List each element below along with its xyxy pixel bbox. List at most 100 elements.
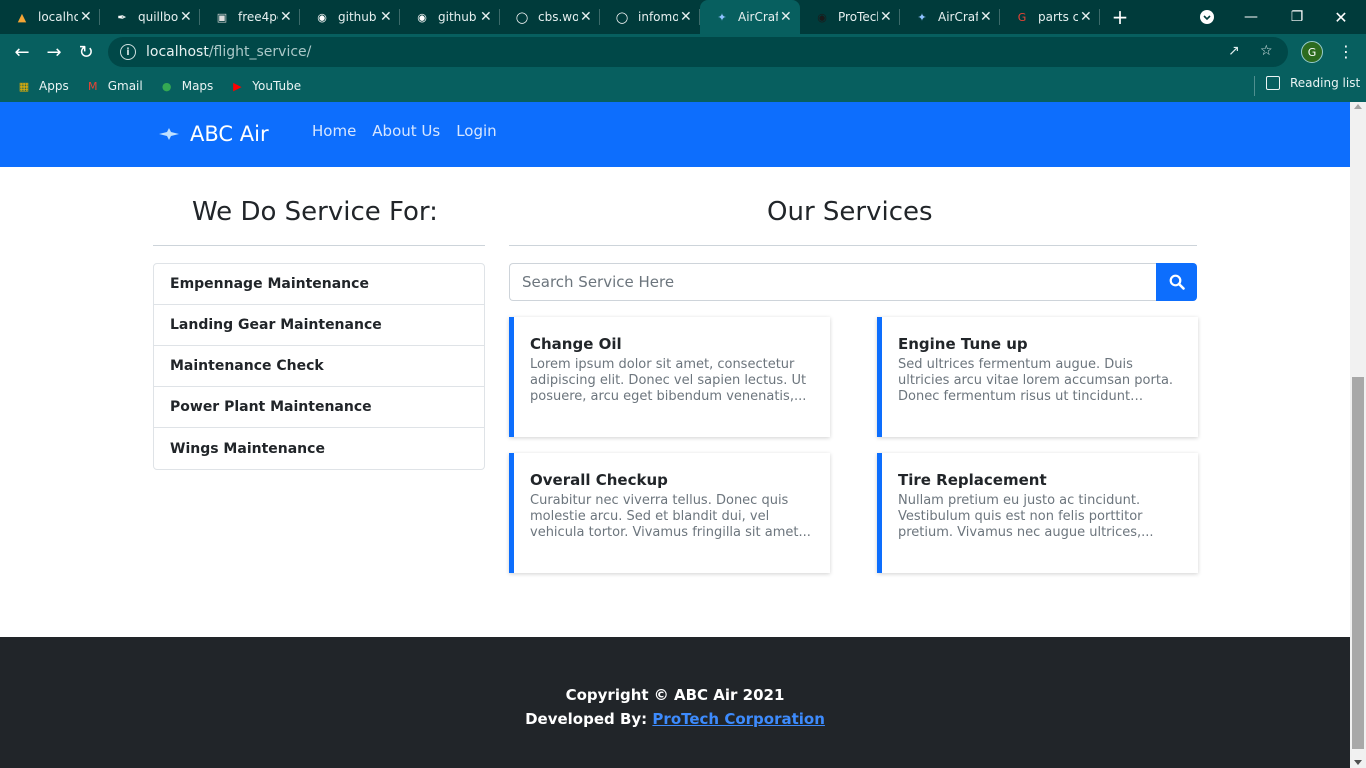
reload-button[interactable]: ↻ — [70, 36, 102, 68]
bookmark-youtube[interactable]: ▶ YouTube — [229, 78, 301, 94]
card-title: Tire Replacement — [898, 471, 1047, 489]
browser-tab[interactable]: ✦ AirCraft✕ — [900, 0, 1000, 34]
developer-credit: Developed By: ProTech Corporation — [0, 710, 1350, 728]
card-title: Engine Tune up — [898, 335, 1028, 353]
card-description: Sed ultrices fermentum augue. Duis ultri… — [898, 357, 1174, 404]
forward-button[interactable]: → — [38, 36, 70, 68]
scroll-down-arrow[interactable] — [1354, 760, 1362, 765]
close-tab-icon[interactable]: ✕ — [480, 9, 492, 25]
close-window-button[interactable]: ✕ — [1326, 0, 1356, 34]
close-tab-icon[interactable]: ✕ — [680, 9, 692, 25]
service-card[interactable]: Change Oil Lorem ipsum dolor sit amet, c… — [509, 317, 830, 437]
browser-tab[interactable]: ✦ AirCraft✕ — [700, 0, 800, 34]
brand[interactable]: ABC Air — [158, 122, 269, 146]
browser-toolbar: ← → ↻ i localhost/flight_service/ ↗ ☆ G … — [0, 34, 1366, 70]
close-tab-icon[interactable]: ✕ — [980, 9, 992, 25]
bookmark-apps[interactable]: ▦ Apps — [16, 78, 69, 94]
tab-separator — [1099, 9, 1100, 25]
nav-home[interactable]: Home — [312, 122, 356, 140]
tab-title: AirCraft — [938, 10, 978, 24]
close-tab-icon[interactable]: ✕ — [380, 9, 392, 25]
bookmark-label: Gmail — [107, 79, 143, 93]
url-host: localhost — [146, 44, 209, 60]
browser-tab[interactable]: ✒ quillbot✕ — [100, 0, 200, 34]
search-input[interactable] — [509, 263, 1156, 301]
site-nav: Home About Us Login — [312, 122, 497, 140]
bookmark-star-icon[interactable]: ☆ — [1260, 43, 1273, 59]
github-icon: ◉ — [417, 10, 427, 24]
new-tab-button[interactable]: + — [1100, 0, 1140, 34]
browser-tab-strip: ▲localhost✕✒quillbot✕▣free4pc✕◉github✕◉g… — [0, 0, 1366, 34]
reading-list-button[interactable]: Reading list — [1266, 76, 1360, 90]
close-tab-icon[interactable]: ✕ — [1080, 9, 1092, 25]
maps-icon: ● — [161, 79, 172, 93]
scroll-up-arrow[interactable] — [1354, 104, 1362, 109]
tab-title: infomo — [638, 10, 678, 24]
profile-avatar[interactable]: G — [1301, 41, 1323, 63]
service-card[interactable]: Tire Replacement Nullam pretium eu justo… — [877, 453, 1198, 573]
service-card[interactable]: Engine Tune up Sed ultrices fermentum au… — [877, 317, 1198, 437]
tab-title: ProTech — [838, 10, 878, 24]
browser-tab[interactable]: ◯ infomo ✕ — [600, 0, 700, 34]
browser-tab[interactable]: ◉ github ✕ — [300, 0, 400, 34]
close-tab-icon[interactable]: ✕ — [80, 9, 92, 25]
close-tab-icon[interactable]: ✕ — [580, 9, 592, 25]
tab-title: cbs.wo — [538, 10, 578, 24]
service-search — [509, 263, 1197, 301]
close-tab-icon[interactable]: ✕ — [880, 9, 892, 25]
page-scrollbar[interactable] — [1350, 102, 1366, 768]
address-bar[interactable]: i localhost/flight_service/ ↗ ☆ — [108, 37, 1288, 67]
divider — [509, 245, 1197, 246]
list-item[interactable]: Maintenance Check — [154, 346, 484, 387]
github-icon: ◉ — [317, 10, 327, 24]
plane-icon: ✦ — [917, 10, 927, 24]
tab-title: parts c — [1038, 10, 1078, 24]
list-item[interactable]: Landing Gear Maintenance — [154, 305, 484, 346]
nav-about-us[interactable]: About Us — [372, 122, 440, 140]
google-icon: G — [1017, 10, 1027, 24]
browser-tab[interactable]: ◯ cbs.wo ✕ — [500, 0, 600, 34]
bookmarks-bar: ▦ Apps M Gmail ● Maps ▶ YouTube Reading list — [0, 70, 1366, 102]
card-title: Change Oil — [530, 335, 622, 353]
list-item[interactable]: Power Plant Maintenance — [154, 387, 484, 428]
share-icon[interactable]: ↗ — [1228, 43, 1240, 59]
list-item[interactable]: Empennage Maintenance — [154, 264, 484, 305]
page-icon: ▣ — [216, 10, 228, 24]
globe-icon: ◯ — [515, 10, 529, 24]
browser-tab[interactable]: ◉ github ✕ — [400, 0, 500, 34]
browser-tab[interactable]: Gparts c ✕ — [1000, 0, 1100, 34]
youtube-icon: ▶ — [233, 79, 242, 93]
browser-tab[interactable]: ▲ localhost✕ — [0, 0, 100, 34]
site-footer: Copyright © ABC Air 2021 Developed By: P… — [0, 637, 1350, 768]
search-button[interactable] — [1156, 263, 1197, 301]
service-card[interactable]: Overall Checkup Curabitur nec viverra te… — [509, 453, 830, 573]
tab-title: github — [338, 10, 377, 24]
triangle-icon: ▲ — [17, 10, 27, 24]
scrollbar-thumb[interactable] — [1352, 377, 1364, 749]
github-icon: ◉ — [817, 10, 827, 24]
browser-menu-icon[interactable]: ⋮ — [1338, 42, 1354, 61]
plane-icon: ✦ — [717, 10, 727, 24]
company-link[interactable]: ProTech Corporation — [652, 710, 824, 728]
tab-title: free4pc — [238, 10, 278, 24]
tab-search-button[interactable] — [1196, 0, 1218, 34]
restore-button[interactable]: ❐ — [1282, 0, 1312, 34]
close-tab-icon[interactable]: ✕ — [180, 9, 192, 25]
nav-login[interactable]: Login — [456, 122, 496, 140]
bookmark-label: YouTube — [252, 79, 302, 93]
chevron-down-icon — [1200, 10, 1214, 24]
card-title: Overall Checkup — [530, 471, 668, 489]
site-info-icon[interactable]: i — [120, 44, 136, 60]
list-item[interactable]: Wings Maintenance — [154, 428, 484, 469]
search-icon — [1169, 274, 1185, 290]
close-tab-icon[interactable]: ✕ — [780, 9, 792, 25]
service-type-list: Empennage Maintenance Landing Gear Maint… — [153, 263, 485, 470]
browser-tab[interactable]: ◉ ProTech✕ — [800, 0, 900, 34]
bookmark-gmail[interactable]: M Gmail — [85, 78, 143, 94]
reading-list-icon — [1266, 76, 1280, 90]
back-button[interactable]: ← — [6, 36, 38, 68]
browser-tab[interactable]: ▣ free4pc✕ — [200, 0, 300, 34]
close-tab-icon[interactable]: ✕ — [280, 9, 292, 25]
bookmark-maps[interactable]: ● Maps — [159, 78, 213, 94]
minimize-button[interactable]: — — [1236, 0, 1266, 34]
